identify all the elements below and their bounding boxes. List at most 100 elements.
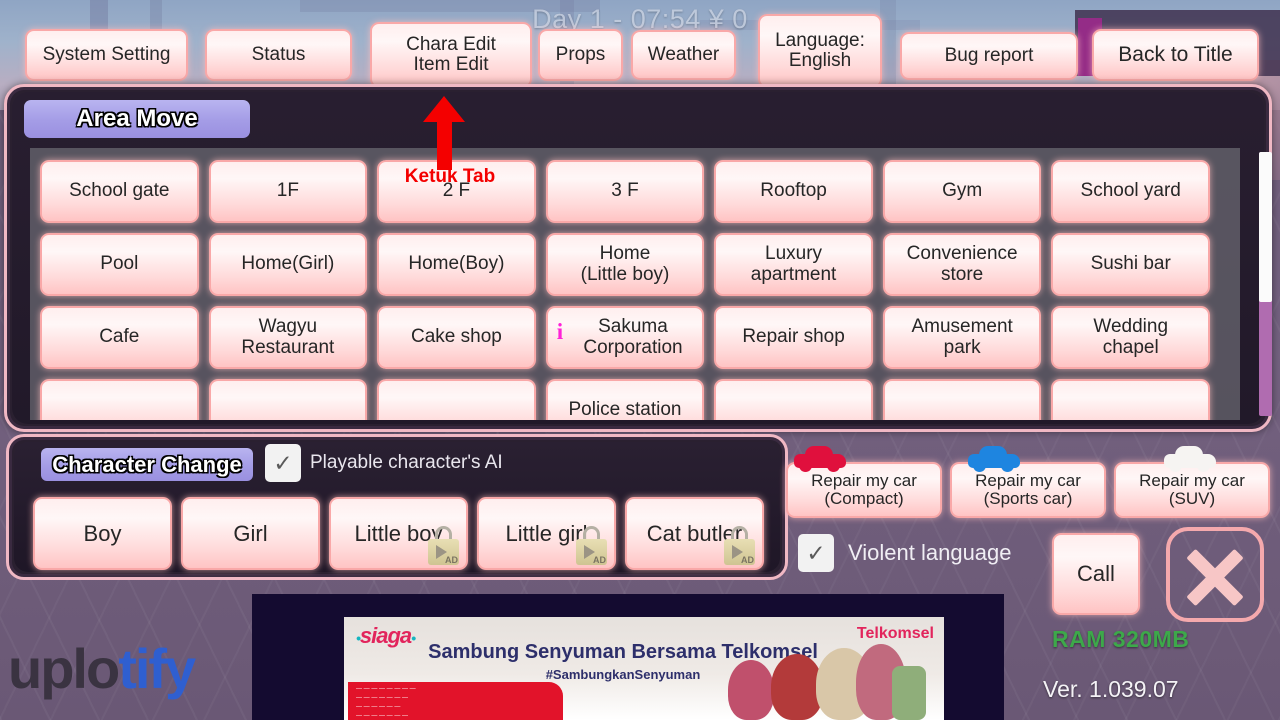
car-wheel-rear (1001, 459, 1014, 472)
area-button[interactable] (40, 379, 199, 420)
area-grid-viewport: School gate 1F 2 F3 F Rooftop Gym School yard… (30, 148, 1240, 420)
playable-ai-label: Playable character's AI (310, 452, 503, 473)
car-wheel-rear (1197, 459, 1210, 472)
area-grid-scrollbar-thumb[interactable] (1259, 152, 1272, 302)
ad-badge-label: AD (445, 555, 458, 566)
area-button[interactable]: Home(Girl) (208, 233, 368, 296)
area-button-label: Home(Boy) (408, 253, 505, 275)
area-button[interactable] (882, 379, 1042, 420)
area-move-title: Area Move (24, 100, 250, 138)
repair-car-button[interactable]: Repair my car (Compact) (786, 446, 942, 518)
area-button-label: Gym (942, 180, 983, 202)
area-button[interactable]: School gate (40, 160, 199, 223)
back-to-title-button[interactable]: Back to Title (1092, 29, 1259, 81)
ad-background-plant (892, 666, 926, 720)
area-button-label: Police station (568, 399, 682, 420)
system-setting-button[interactable]: System Setting (25, 29, 188, 81)
area-grid-scrollbar[interactable] (1259, 152, 1272, 416)
repair-car-label: Repair my car (SUV) (1139, 470, 1245, 508)
status-button[interactable]: Status (205, 29, 352, 81)
repair-car-label: Repair my car (Compact) (811, 470, 917, 508)
area-button[interactable]: Convenience store (882, 233, 1042, 296)
area-button[interactable]: Police station (545, 379, 705, 420)
ad-person-1 (728, 660, 774, 720)
area-button[interactable]: Repair shop (714, 306, 873, 369)
area-button-label: Home(Girl) (241, 253, 335, 275)
ad-terms-line-1: — — — — — — — — (356, 686, 416, 692)
character-button-label: Girl (233, 520, 268, 546)
area-button[interactable]: Amusement park (882, 306, 1042, 369)
area-grid: School gate 1F 2 F3 F Rooftop Gym School yard… (30, 148, 1220, 420)
area-button[interactable]: Home(Boy) (377, 233, 536, 296)
area-button-label: Sushi bar (1090, 253, 1171, 275)
ad-logo-text: siaga (359, 623, 412, 648)
area-button[interactable] (1051, 379, 1210, 420)
character-button[interactable]: Cat butler AD (625, 497, 764, 570)
props-button[interactable]: Props (538, 29, 623, 81)
area-button-label: 1F (276, 180, 299, 202)
car-wheel-front (1169, 459, 1182, 472)
car-icon (968, 442, 1020, 472)
character-button[interactable]: Girl (181, 497, 320, 570)
character-change-title: Character Change (41, 448, 253, 481)
violent-language-checkbox[interactable]: ✓ (798, 534, 834, 572)
area-button[interactable]: i Sakuma Corporation (545, 306, 705, 369)
area-button-label: Wedding chapel (1093, 316, 1169, 358)
area-button[interactable]: Wedding chapel (1051, 306, 1210, 369)
ad-badge-label: AD (593, 555, 606, 566)
area-button[interactable] (377, 379, 536, 420)
repair-car-button[interactable]: Repair my car (SUV) (1114, 446, 1270, 518)
chara-edit-item-edit-button[interactable]: Chara Edit Item Edit (370, 22, 532, 88)
car-wheel-front (973, 459, 986, 472)
area-button[interactable]: Pool (40, 233, 199, 296)
repair-car-label: Repair my car (Sports car) (975, 470, 1081, 508)
area-button[interactable] (208, 379, 368, 420)
ad-banner[interactable]: •siaga• Sambung Senyuman Bersama Telkoms… (344, 617, 944, 720)
character-button[interactable]: Boy (33, 497, 172, 570)
playable-ai-checkbox[interactable]: ✓ (265, 444, 301, 482)
close-icon[interactable] (1166, 527, 1264, 622)
area-button[interactable]: Cake shop (377, 306, 536, 369)
top-menu-bar: System Setting Status Chara Edit Item Ed… (0, 0, 1280, 92)
character-button[interactable]: Little girl AD (477, 497, 616, 570)
area-button[interactable]: Cafe (40, 306, 199, 369)
area-button[interactable]: Wagyu Restaurant (208, 306, 368, 369)
car-wheel-front (799, 459, 812, 472)
playable-ai-row: ✓ Playable character's AI (265, 444, 503, 482)
ad-badge-label: AD (741, 555, 754, 566)
area-button-label: Wagyu Restaurant (241, 316, 335, 358)
area-button[interactable] (714, 379, 873, 420)
area-button-label: 3 F (611, 180, 639, 202)
area-button[interactable]: Gym (882, 160, 1042, 223)
area-button[interactable]: Home (Little boy) (545, 233, 705, 296)
character-button[interactable]: Little boy AD (329, 497, 468, 570)
repair-car-buttons: Repair my car (Compact) Repair my car (Sp… (786, 446, 1270, 518)
area-button[interactable]: 1F (208, 160, 368, 223)
ad-terms-line-2: — — — — — — — (356, 695, 409, 701)
watermark: uplotify (8, 636, 196, 701)
area-button-label: Pool (100, 253, 139, 275)
version-label: Ver. 1.039.07 (1043, 676, 1179, 702)
area-button-label: Home (Little boy) (580, 243, 670, 285)
area-button[interactable]: Luxury apartment (714, 233, 873, 296)
language-button[interactable]: Language: English (758, 14, 882, 88)
bug-report-button[interactable]: Bug report (900, 32, 1078, 80)
ad-photo (716, 634, 926, 720)
weather-button[interactable]: Weather (631, 30, 736, 80)
tutorial-annotation: Ketuk Tab (395, 96, 505, 191)
area-button-label: Repair shop (742, 326, 845, 348)
call-button[interactable]: Call (1052, 533, 1140, 615)
area-button[interactable]: Sushi bar (1051, 233, 1210, 296)
area-button-label: Rooftop (760, 180, 827, 202)
repair-car-button[interactable]: Repair my car (Sports car) (950, 446, 1106, 518)
area-button[interactable]: School yard (1051, 160, 1210, 223)
car-roof (979, 446, 1007, 458)
car-roof (805, 446, 833, 458)
ad-terms-box: — — — — — — — — — — — — — — — — — — — — … (348, 682, 563, 720)
ram-indicator: RAM 320MB (1052, 626, 1190, 652)
area-button[interactable]: 3 F (545, 160, 705, 223)
area-button-label: Luxury apartment (750, 243, 837, 285)
ad-logo: •siaga• (356, 623, 416, 649)
ad-lock-icon: AD (574, 526, 608, 566)
area-button[interactable]: Rooftop (714, 160, 873, 223)
